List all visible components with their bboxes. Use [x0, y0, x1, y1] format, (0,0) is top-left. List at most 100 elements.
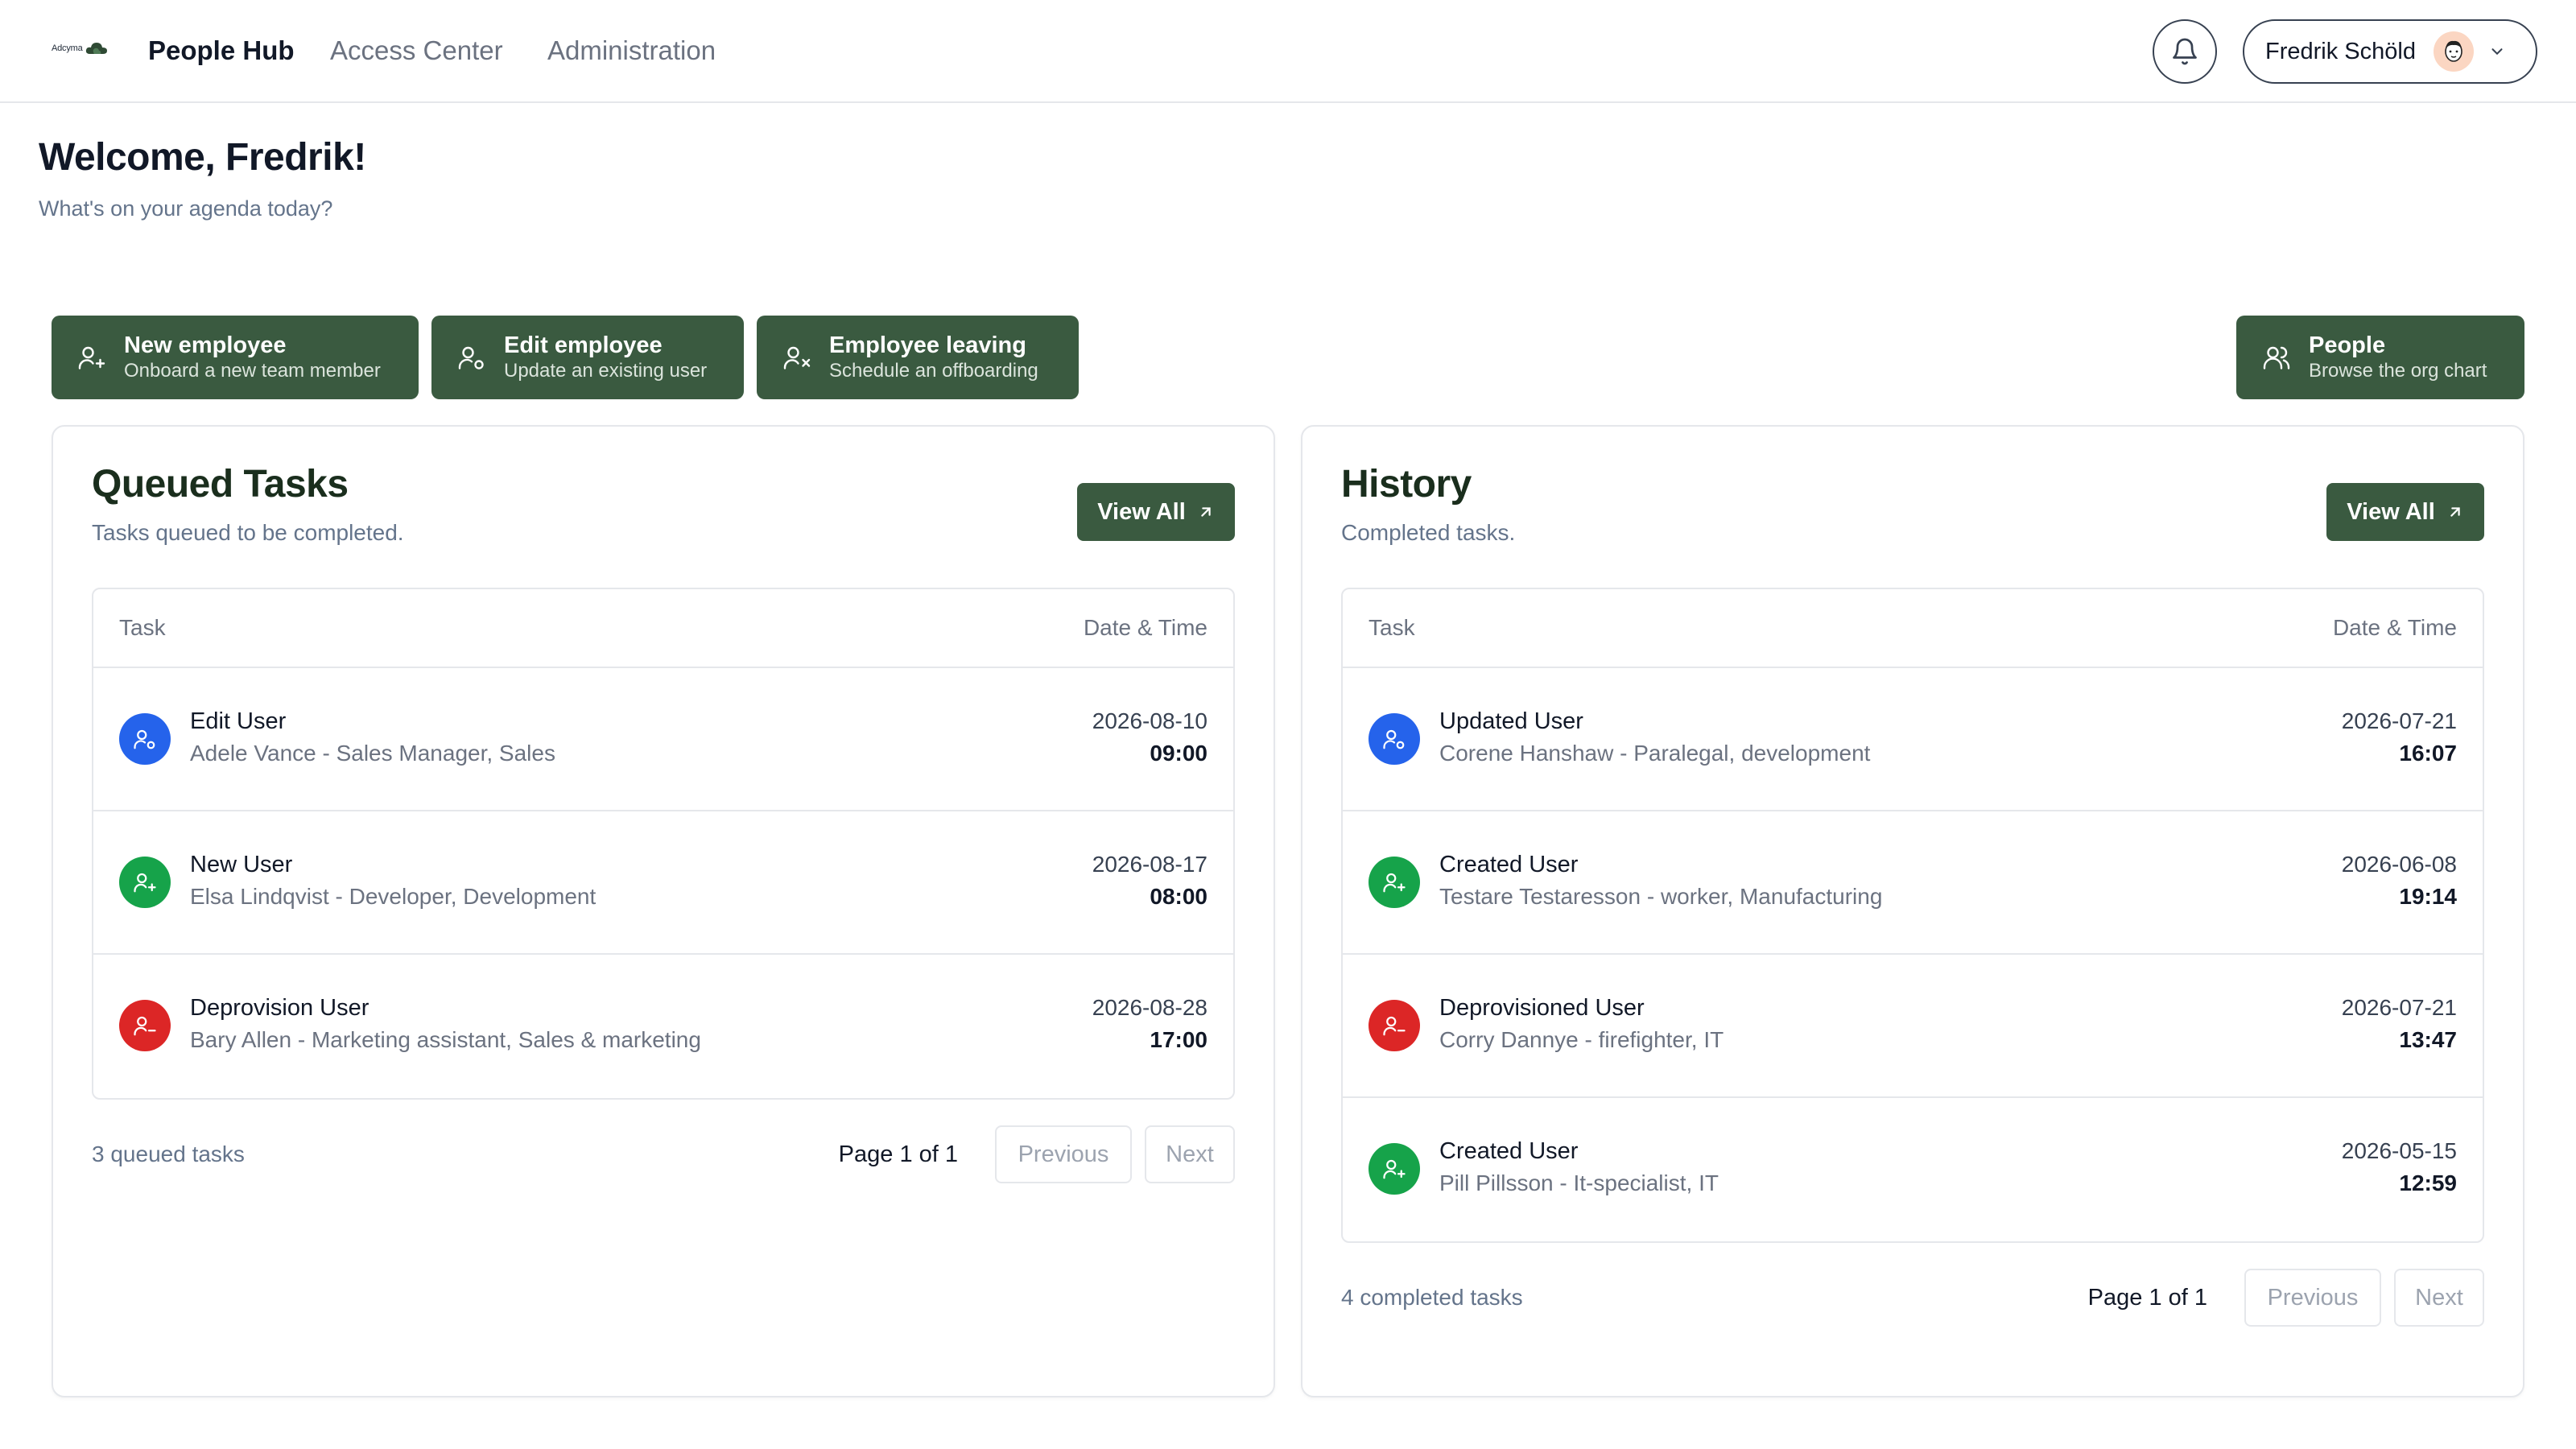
user-menu-button[interactable]: Fredrik Schöld: [2243, 19, 2537, 84]
panel-subtitle: Tasks queued to be completed.: [92, 520, 404, 545]
table-row[interactable]: Updated User Corene Hanshaw - Paralegal,…: [1343, 668, 2483, 811]
action-title: New employee: [124, 332, 287, 358]
history-panel: History Completed tasks. View All Task D…: [1301, 425, 2524, 1397]
task-time: 16:07: [2399, 741, 2457, 766]
task-detail: Pill Pillsson - It-specialist, IT: [1439, 1170, 1719, 1195]
next-button[interactable]: Next: [1145, 1125, 1235, 1183]
table-row[interactable]: Deprovisioned User Corry Dannye - firefi…: [1343, 955, 2483, 1098]
task-time: 17:00: [1150, 1027, 1208, 1052]
view-all-label: View All: [2347, 498, 2435, 525]
users-icon: [2263, 346, 2290, 369]
panel-title: Queued Tasks: [92, 463, 349, 506]
action-subtitle: Browse the org chart: [2309, 360, 2487, 382]
user-plus-icon: [1368, 1143, 1420, 1195]
queued-tasks-panel: Queued Tasks Tasks queued to be complete…: [52, 425, 1275, 1397]
task-time: 08:00: [1150, 884, 1208, 909]
view-all-button[interactable]: View All: [2326, 483, 2484, 541]
column-header-date: Date & Time: [2332, 615, 2457, 640]
task-detail: Adele Vance - Sales Manager, Sales: [190, 741, 555, 766]
task-time: 09:00: [1150, 741, 1208, 766]
notifications-button[interactable]: [2153, 19, 2217, 84]
task-title: Updated User: [1439, 708, 1583, 734]
task-title: Created User: [1439, 852, 1579, 877]
task-detail: Corry Dannye - firefighter, IT: [1439, 1027, 1724, 1052]
edit-employee-button[interactable]: Edit employee Update an existing user: [431, 316, 744, 399]
table-header: Task Date & Time: [93, 589, 1233, 668]
page-indicator: Page 1 of 1: [838, 1141, 958, 1167]
column-header-task: Task: [1368, 615, 1415, 640]
user-plus-icon: [1368, 857, 1420, 908]
action-subtitle: Schedule an offboarding: [829, 360, 1038, 382]
task-date: 2026-07-21: [2341, 995, 2457, 1020]
pagination: 3 queued tasks Page 1 of 1 Previous Next: [92, 1125, 1235, 1183]
task-title: Deprovision User: [190, 995, 369, 1021]
task-date: 2026-05-15: [2341, 1138, 2457, 1163]
history-table: Task Date & Time Updated User Corene Han…: [1341, 588, 2484, 1243]
user-edit-icon: [458, 346, 484, 369]
task-title: New User: [190, 852, 293, 877]
cloud-logo-icon: [85, 43, 107, 54]
user-plus-icon: [78, 346, 105, 369]
task-date: 2026-08-10: [1092, 708, 1208, 733]
task-title: Edit User: [190, 708, 287, 734]
action-title: Edit employee: [504, 332, 663, 358]
arrow-up-right-icon: [1201, 507, 1211, 517]
column-header-task: Task: [119, 615, 166, 640]
company-logo[interactable]: Adcyma: [52, 40, 109, 56]
user-name: Fredrik Schöld: [2265, 38, 2416, 64]
top-bar: Adcyma People Hub Access Center Administ…: [0, 0, 2576, 103]
page-title: Welcome, Fredrik!: [39, 136, 366, 179]
task-count: 3 queued tasks: [92, 1141, 245, 1166]
task-time: 19:14: [2399, 884, 2457, 909]
view-all-button[interactable]: View All: [1077, 483, 1235, 541]
task-date: 2026-06-08: [2341, 852, 2457, 877]
user-plus-icon: [119, 857, 171, 908]
table-row[interactable]: Created User Testare Testaresson - worke…: [1343, 811, 2483, 955]
table-row[interactable]: Edit User Adele Vance - Sales Manager, S…: [93, 668, 1233, 811]
column-header-date: Date & Time: [1083, 615, 1208, 640]
next-button[interactable]: Next: [2394, 1269, 2484, 1327]
view-all-label: View All: [1097, 498, 1186, 525]
queued-tasks-table: Task Date & Time Edit User Adele Vance -…: [92, 588, 1235, 1100]
brand-title[interactable]: People Hub: [148, 35, 295, 66]
user-minus-icon: [119, 1000, 171, 1051]
task-detail: Corene Hanshaw - Paralegal, development: [1439, 741, 1871, 766]
user-edit-icon: [1368, 713, 1420, 765]
previous-button[interactable]: Previous: [995, 1125, 1132, 1183]
nav-access-center[interactable]: Access Center: [330, 35, 503, 66]
task-title: Created User: [1439, 1138, 1579, 1164]
people-button[interactable]: People Browse the org chart: [2236, 316, 2524, 399]
employee-leaving-button[interactable]: Employee leaving Schedule an offboarding: [757, 316, 1079, 399]
bell-icon: [2173, 38, 2197, 65]
new-employee-button[interactable]: New employee Onboard a new team member: [52, 316, 419, 399]
page-subtitle: What's on your agenda today?: [39, 196, 333, 221]
action-subtitle: Update an existing user: [504, 360, 708, 382]
previous-button[interactable]: Previous: [2244, 1269, 2381, 1327]
task-title: Deprovisioned User: [1439, 995, 1645, 1021]
page-indicator: Page 1 of 1: [2087, 1285, 2207, 1311]
panel-title: History: [1341, 463, 1472, 506]
action-title: People: [2309, 332, 2386, 358]
action-title: Employee leaving: [829, 332, 1026, 358]
nav-administration[interactable]: Administration: [547, 35, 716, 66]
task-date: 2026-08-17: [1092, 852, 1208, 877]
user-x-icon: [783, 346, 811, 369]
table-row[interactable]: Deprovision User Bary Allen - Marketing …: [93, 955, 1233, 1098]
task-date: 2026-08-28: [1092, 995, 1208, 1020]
table-row[interactable]: Created User Pill Pillsson - It-speciali…: [1343, 1098, 2483, 1241]
arrow-up-right-icon: [2450, 507, 2460, 517]
task-time: 13:47: [2399, 1027, 2457, 1052]
task-detail: Bary Allen - Marketing assistant, Sales …: [190, 1027, 701, 1052]
logo-text: Adcyma: [52, 43, 83, 53]
task-count: 4 completed tasks: [1341, 1285, 1523, 1310]
task-detail: Testare Testaresson - worker, Manufactur…: [1439, 884, 1883, 909]
avatar: [2433, 31, 2474, 72]
action-subtitle: Onboard a new team member: [124, 360, 381, 382]
pagination: 4 completed tasks Page 1 of 1 Previous N…: [1341, 1269, 2484, 1327]
user-minus-icon: [1368, 1000, 1420, 1051]
table-header: Task Date & Time: [1343, 589, 2483, 668]
panel-subtitle: Completed tasks.: [1341, 520, 1516, 545]
user-edit-icon: [119, 713, 171, 765]
task-time: 12:59: [2399, 1170, 2457, 1195]
table-row[interactable]: New User Elsa Lindqvist - Developer, Dev…: [93, 811, 1233, 955]
